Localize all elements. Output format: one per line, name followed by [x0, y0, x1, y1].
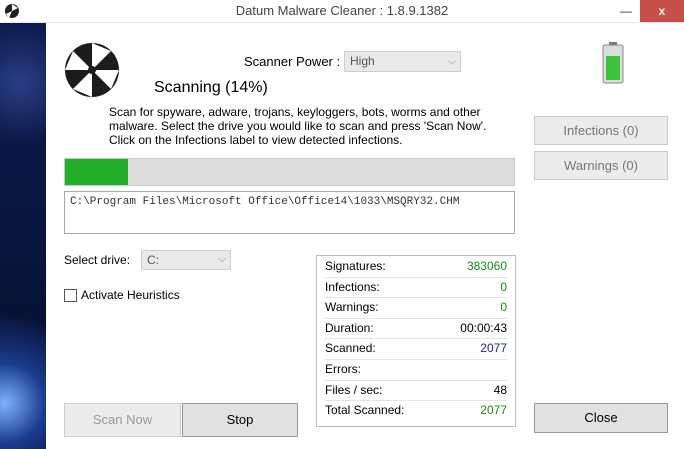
- stat-label: Errors:: [325, 361, 361, 376]
- select-drive-label: Select drive:: [64, 253, 131, 267]
- window-title: Datum Malware Cleaner : 1.8.9.1382: [235, 3, 449, 18]
- drive-select[interactable]: C: ⌵: [141, 250, 231, 270]
- stat-label: Signatures:: [325, 259, 386, 273]
- heuristics-label: Activate Heuristics: [81, 288, 180, 302]
- stat-value: 0: [500, 279, 507, 294]
- current-file-box: C:\Program Files\Microsoft Office\Office…: [64, 191, 515, 234]
- close-window-button[interactable]: x: [640, 0, 684, 22]
- stat-row: Errors:: [325, 360, 507, 381]
- stat-row: Total Scanned: 2077: [325, 401, 507, 421]
- stat-value: 48: [493, 382, 507, 397]
- scanner-power-value: High: [350, 54, 375, 68]
- scan-progress-bar: [64, 158, 515, 186]
- stat-label: Files / sec:: [325, 382, 383, 397]
- battery-icon: [602, 42, 624, 84]
- umbrella-logo-icon: [65, 43, 119, 97]
- scanner-power-select[interactable]: High ⌵: [344, 51, 461, 72]
- warnings-button[interactable]: Warnings (0): [534, 151, 668, 180]
- stat-row: Signatures: 383060: [325, 257, 507, 278]
- stat-row: Scanned: 2077: [325, 339, 507, 360]
- scanner-power-label: Scanner Power :: [244, 54, 341, 69]
- stat-row: Warnings: 0: [325, 298, 507, 319]
- stat-row: Files / sec: 48: [325, 381, 507, 402]
- drive-value: C:: [147, 253, 159, 267]
- decorative-sidebar: [0, 23, 46, 449]
- stat-label: Duration:: [325, 320, 374, 335]
- stop-button[interactable]: Stop: [182, 403, 298, 437]
- stat-row: Infections: 0: [325, 278, 507, 299]
- close-button[interactable]: Close: [534, 403, 668, 433]
- infections-button[interactable]: Infections (0): [534, 116, 668, 145]
- scan-now-button[interactable]: Scan Now: [64, 403, 181, 437]
- stat-row: Duration: 00:00:43: [325, 319, 507, 340]
- scan-statistics-panel: Signatures: 383060 Infections: 0 Warnings: 0 D…: [316, 255, 516, 427]
- stat-label: Scanned:: [325, 341, 376, 356]
- stat-value: 0: [500, 300, 507, 315]
- stat-value: 383060: [466, 259, 507, 273]
- heuristics-option[interactable]: Activate Heuristics: [64, 288, 180, 302]
- scan-description: Scan for spyware, adware, trojans, keylo…: [109, 105, 487, 147]
- chevron-down-icon: ⌵: [218, 254, 226, 265]
- scan-status: Scanning (14%): [154, 79, 268, 96]
- current-file-path: C:\Program Files\Microsoft Office\Office…: [70, 196, 460, 208]
- stat-value: 00:00:43: [460, 320, 507, 335]
- stat-label: Infections:: [325, 279, 380, 294]
- stat-value: 2077: [480, 403, 507, 418]
- scan-progress-fill: [65, 159, 128, 185]
- stat-value: 2077: [480, 341, 507, 356]
- chevron-down-icon: ⌵: [448, 56, 456, 67]
- stat-label: Warnings:: [325, 300, 379, 315]
- title-bar: Datum Malware Cleaner : 1.8.9.1382 — x: [0, 0, 684, 23]
- minimize-button[interactable]: —: [612, 0, 640, 22]
- heuristics-checkbox[interactable]: [64, 288, 77, 302]
- stat-label: Total Scanned:: [325, 403, 405, 418]
